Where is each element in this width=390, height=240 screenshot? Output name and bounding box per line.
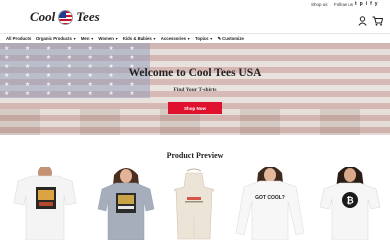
site-header: Cool Tees Shop us Follow us t p i f y (0, 0, 390, 34)
follow-us-label: Follow us (334, 2, 354, 7)
logo-text-left: Cool (30, 9, 56, 24)
nav-label: All Products (6, 36, 32, 41)
hero-subtitle: Find Your T-shirts (173, 87, 217, 93)
social-links: t p i f y (355, 1, 378, 7)
nav-women[interactable]: Women ▼ (98, 36, 118, 41)
product-preview-title: Product Preview (166, 151, 224, 160)
pencil-icon: ✎ (217, 35, 222, 41)
product-image: GOT COOL? (234, 167, 306, 240)
main-nav: All Products Organic Products ▼ Men ▼ Wome… (0, 33, 390, 43)
product-image (174, 167, 214, 240)
product-card[interactable]: ₿ (318, 167, 382, 240)
bitcoin-icon: ₿ (346, 196, 353, 207)
nav-label: Customize (222, 36, 244, 41)
instagram-icon[interactable]: i (366, 1, 367, 7)
nav-all-products[interactable]: All Products (6, 36, 31, 41)
pinterest-icon[interactable]: p (360, 1, 363, 7)
product-image (94, 167, 158, 240)
product-card[interactable]: GOT COOL? (234, 167, 306, 240)
site-logo[interactable]: Cool Tees (30, 9, 100, 25)
youtube-icon[interactable]: y (375, 1, 378, 7)
nav-accessories[interactable]: Accessories ▼ (161, 36, 191, 41)
product-card[interactable] (94, 167, 158, 240)
product-card[interactable] (10, 167, 80, 240)
cart-icon[interactable] (372, 13, 384, 31)
nav-men[interactable]: Men ▼ (81, 36, 94, 41)
nav-label: Women (98, 36, 114, 41)
nav-label: Topics (195, 36, 209, 41)
flag-icon (58, 9, 74, 25)
chevron-down-icon: ▼ (114, 36, 119, 41)
nav-kids-babies[interactable]: Kids & Babies ▼ (123, 36, 156, 41)
nav-customize[interactable]: ✎ Customize (218, 36, 244, 42)
product-image (10, 167, 80, 240)
chevron-down-icon: ▼ (209, 36, 214, 41)
user-icon[interactable] (358, 13, 367, 31)
logo-text-right: Tees (76, 9, 100, 24)
nav-topics[interactable]: Topics ▼ (195, 36, 213, 41)
nav-label: Accessories (160, 36, 187, 41)
chevron-down-icon: ▼ (152, 36, 157, 41)
nav-label: Organic Products (35, 36, 72, 41)
hero-title: Welcome to Cool Tees USA (128, 67, 262, 79)
chevron-down-icon: ▼ (90, 36, 94, 41)
product-image: ₿ (318, 167, 382, 240)
chevron-down-icon: ▼ (72, 36, 77, 41)
shop-now-button[interactable]: Shop Now (168, 102, 222, 114)
chevron-down-icon: ▼ (187, 36, 191, 41)
nav-label: Kids & Babies (122, 36, 152, 41)
shop-us-link[interactable]: Shop us (311, 2, 328, 7)
nav-label: Men (80, 36, 90, 41)
product-card[interactable] (174, 167, 214, 240)
twitter-icon[interactable]: t (355, 1, 357, 7)
nav-organic-products[interactable]: Organic Products ▼ (36, 36, 77, 41)
facebook-icon[interactable]: f (370, 1, 372, 7)
shirt-print-text: GOT COOL? (255, 195, 285, 201)
